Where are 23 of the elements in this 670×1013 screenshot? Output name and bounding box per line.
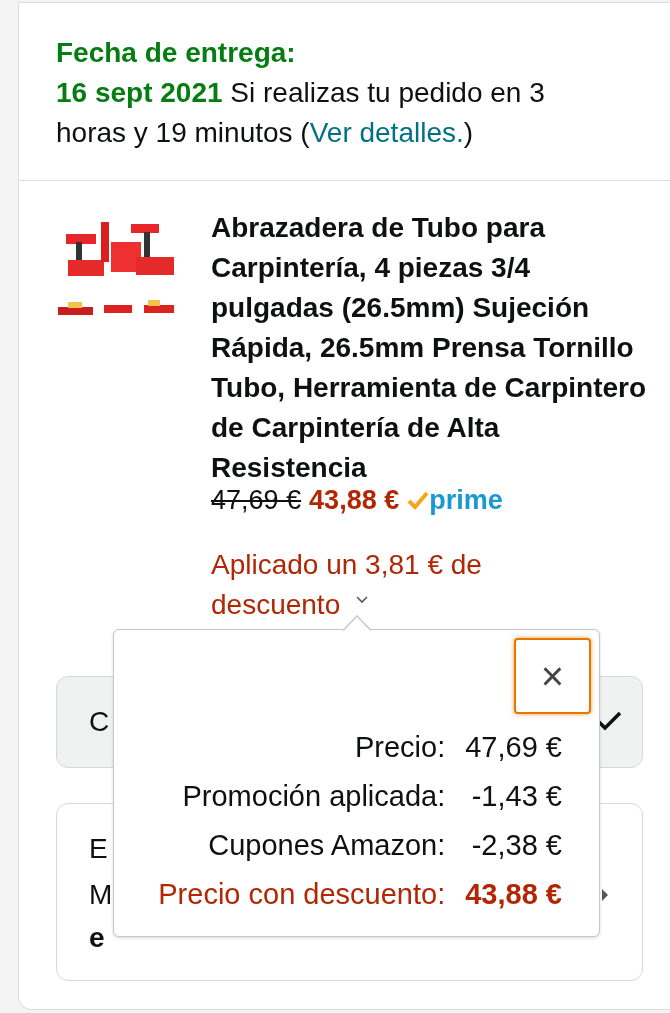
discount-note[interactable]: Aplicado un 3,81 € de descuento (211, 545, 511, 625)
product-title[interactable]: Abrazadera de Tubo para Carpintería, 4 piezas 3/4 pulgadas (26.5mm) Sujeción Rápida, 26.5mm Prensa Tornillo Tubo, Herramienta de Carpintero de Carpintería de Alta Resistencia (211, 208, 650, 488)
chevron-down-icon[interactable] (355, 595, 369, 605)
delivery-heading: Fecha de entrega: (56, 36, 297, 70)
price-label: Cupones Amazon: (207, 828, 446, 863)
price-value: -1,43 € (470, 779, 562, 814)
price-label: Promoción aplicada: (181, 779, 446, 814)
list-price: 47,69 € (211, 485, 302, 515)
price-value: 47,69 € (465, 730, 562, 765)
price-value: 43,88 € (465, 877, 562, 912)
price-value: -2,38 € (470, 828, 562, 863)
delivery-message: 16 sept 2021 Si realizas tu pedido en 3 horas y 19 minutos (Ver detalles.) (56, 76, 546, 150)
prime-badge: prime (407, 485, 503, 515)
details-link[interactable]: Ver detalles. (309, 117, 464, 148)
gift-text: e (89, 921, 105, 955)
price-label: Precio con descuento: (158, 877, 446, 912)
option-text: C (89, 706, 110, 738)
close-button[interactable]: × (514, 638, 591, 714)
sale-price: 43,88 € (309, 485, 400, 515)
gift-text: E (89, 832, 108, 866)
price-label: Precio: (353, 730, 446, 765)
chevron-right-icon (600, 888, 610, 902)
gift-text: M (89, 878, 113, 912)
